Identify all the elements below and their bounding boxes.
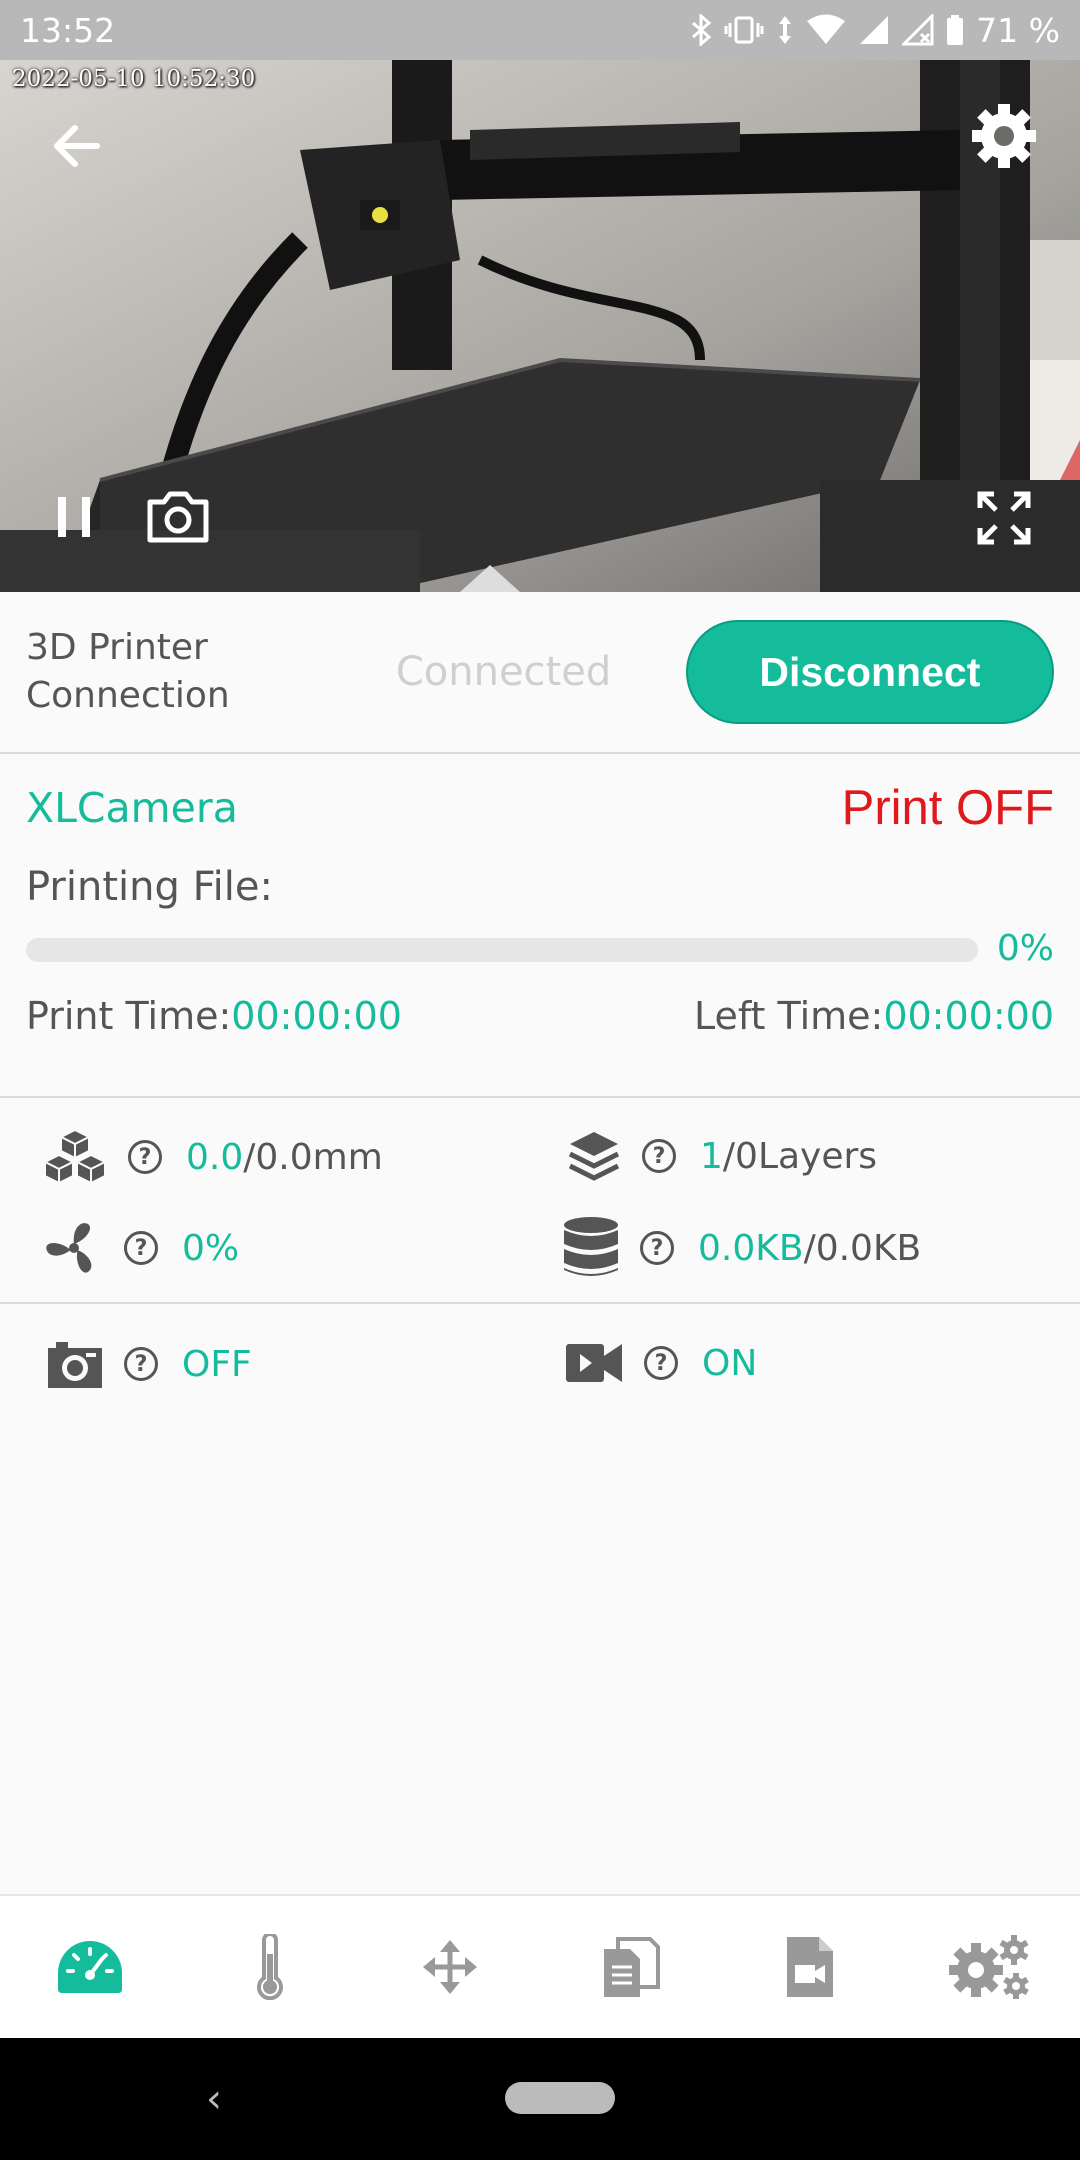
- video-help-icon[interactable]: ?: [644, 1346, 678, 1380]
- layers-help-icon[interactable]: ?: [642, 1139, 676, 1173]
- camera-feed[interactable]: 2022-05-10 10:52:30: [0, 60, 1080, 592]
- snapshot-button[interactable]: [140, 478, 216, 554]
- camera-icon: [48, 1342, 102, 1388]
- data-stat: ? 0.0KB/0.0KB: [562, 1216, 921, 1280]
- pause-button[interactable]: [44, 482, 104, 552]
- status-bar: 13:52 71 %: [0, 0, 1080, 60]
- fan-icon: [46, 1223, 92, 1273]
- arrow-left-icon: [54, 125, 100, 167]
- system-back-icon[interactable]: ‹: [206, 2076, 222, 2122]
- disconnect-button[interactable]: Disconnect: [685, 620, 1055, 724]
- wifi-icon: [807, 14, 846, 44]
- system-nav-bar: ‹: [0, 2038, 1080, 2160]
- print-info-panel: XLCamera Print OFF Printing File: 0% Pri…: [0, 754, 1080, 1098]
- thermometer-icon: [257, 1934, 283, 2000]
- move-icon: [423, 1940, 477, 1994]
- camera-timestamp: 2022-05-10 10:52:30: [12, 66, 256, 92]
- print-state: Print OFF: [841, 781, 1054, 835]
- print-progress-bar: [26, 938, 978, 962]
- back-button[interactable]: [40, 110, 112, 182]
- battery-level: 71 %: [976, 10, 1060, 50]
- connection-row: 3D Printer Connection Connected Disconne…: [0, 592, 1080, 754]
- camera-icon: [147, 491, 209, 543]
- video-toggle[interactable]: ? ON: [564, 1338, 757, 1388]
- video-file-icon: [787, 1937, 833, 1997]
- print-time: Print Time:00:00:00: [26, 994, 402, 1038]
- connection-status: Connected: [395, 649, 612, 695]
- files-icon: [604, 1937, 660, 1997]
- signal-no-data-icon: [902, 14, 934, 46]
- fan-stat: ? 0%: [44, 1218, 239, 1278]
- vibrate-icon: [724, 16, 764, 44]
- battery-icon: [947, 15, 964, 45]
- nav-settings[interactable]: [900, 1896, 1080, 2038]
- layers-icon: [568, 1132, 620, 1181]
- nav-files[interactable]: [540, 1896, 720, 2038]
- snapshot-help-icon[interactable]: ?: [124, 1347, 158, 1381]
- nav-temperature[interactable]: [180, 1896, 360, 2038]
- fullscreen-icon: [977, 491, 1031, 545]
- bottom-nav: [0, 1894, 1080, 2038]
- stats-panel: ? 0.0/0.0mm ? 1/0Layers ? 0% ? 0.0KB /0.…: [0, 1098, 1080, 1304]
- data-help-icon[interactable]: ?: [640, 1231, 674, 1265]
- printing-file-label: Printing File:: [26, 864, 273, 910]
- database-icon: [564, 1217, 618, 1276]
- cubes-icon: [42, 1128, 108, 1185]
- connection-label: 3D Printer Connection: [26, 627, 230, 716]
- fan-help-icon[interactable]: ?: [124, 1231, 158, 1265]
- height-help-icon[interactable]: ?: [128, 1140, 162, 1174]
- nav-video-files[interactable]: [720, 1896, 900, 2038]
- left-time: Left Time:00:00:00: [693, 994, 1054, 1038]
- gear-icon: [972, 104, 1036, 168]
- nav-dashboard[interactable]: [0, 1896, 180, 2038]
- height-stat: ? 0.0/0.0mm: [42, 1128, 383, 1186]
- fullscreen-button[interactable]: [966, 480, 1042, 556]
- status-time: 13:52: [20, 10, 116, 50]
- dashboard-icon: [58, 1941, 122, 1993]
- left-time-value: 00:00:00: [883, 994, 1054, 1038]
- camera-settings-button[interactable]: [964, 96, 1044, 176]
- settings-icon: [949, 1935, 1029, 1999]
- print-time-value: 00:00:00: [231, 994, 402, 1038]
- device-name[interactable]: XLCamera: [26, 784, 238, 832]
- print-progress-percent: 0%: [996, 928, 1054, 969]
- nav-move[interactable]: [360, 1896, 540, 2038]
- snapshot-toggle[interactable]: ? OFF: [46, 1338, 252, 1390]
- media-panel: ? OFF ? ON: [0, 1306, 1080, 1426]
- system-home-pill[interactable]: [505, 2082, 615, 2114]
- data-arrows-icon: [779, 16, 792, 44]
- bluetooth-icon: [692, 14, 712, 46]
- layers-stat: ? 1/0Layers: [566, 1128, 877, 1184]
- signal-icon: [860, 16, 889, 44]
- pause-icon: [58, 497, 90, 537]
- video-camera-icon: [566, 1344, 622, 1382]
